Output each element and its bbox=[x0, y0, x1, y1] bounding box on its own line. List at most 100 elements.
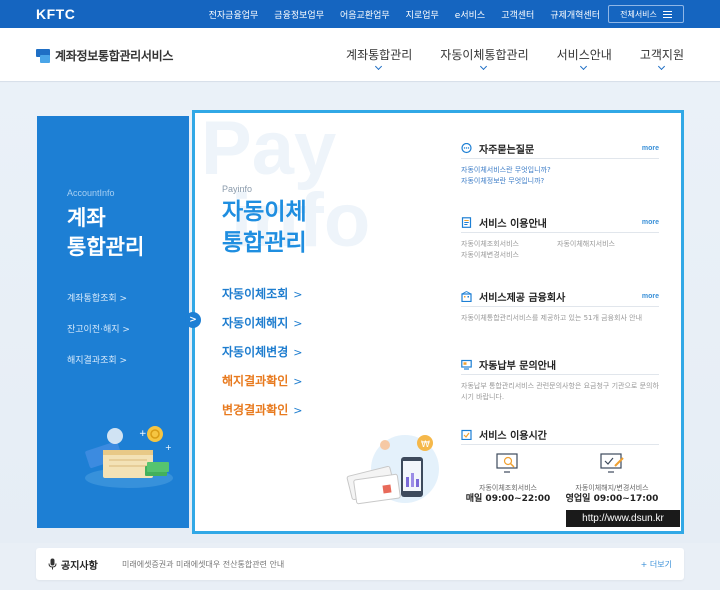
hours-lookup: 자동이체조회서비스 매일 09:00~22:00 bbox=[461, 453, 555, 505]
chevron-down-icon bbox=[480, 62, 488, 71]
top-nav-item[interactable]: 어음교환업무 bbox=[340, 8, 390, 21]
inquiry-text: 자동납부 통합관리서비스 관련문의사항은 요금청구 기관으로 문의하시기 바랍니… bbox=[461, 382, 659, 401]
chevron-right-icon: > bbox=[293, 346, 303, 359]
hours-change-label: 자동이체해지/변경서비스 bbox=[575, 484, 649, 492]
account-panel[interactable]: AccountInfo 계좌 통합관리 계좌통합조회 > 잔고이전·해지 > 해… bbox=[37, 116, 189, 528]
usage-item[interactable]: 자동이체조회서비스 bbox=[461, 239, 557, 250]
faq-list: 자동이체서비스란 무엇입니까? 자동이체정보란 무엇입니까? bbox=[461, 159, 659, 187]
account-menu-item[interactable]: 해지결과조회 > bbox=[67, 353, 130, 366]
main-nav-item[interactable]: 계좌통합관리 bbox=[346, 46, 413, 71]
top-nav-item[interactable]: e서비스 bbox=[455, 8, 485, 21]
chevron-right-icon: > bbox=[293, 288, 303, 301]
providers-more-link[interactable]: more bbox=[642, 293, 659, 300]
account-subtitle: AccountInfo bbox=[67, 188, 115, 198]
all-services-label: 전체서비스 bbox=[620, 9, 657, 19]
main-nav-label: 자동이체통합관리 bbox=[440, 48, 529, 62]
svg-text:+: + bbox=[165, 443, 172, 452]
account-menu-item[interactable]: 계좌통합조회 > bbox=[67, 291, 130, 304]
pay-watermark-line: Pay bbox=[201, 106, 337, 191]
main-nav-item[interactable]: 고객지원 bbox=[639, 46, 684, 71]
inquiry-body: 자동납부 통합관리서비스 관련문의사항은 요금청구 기관으로 문의하시기 바랍니… bbox=[461, 375, 659, 403]
usage-item[interactable]: 자동이체변경서비스 bbox=[461, 250, 557, 261]
top-nav-item[interactable]: 고객센터 bbox=[501, 8, 534, 21]
svg-text:₩: ₩ bbox=[421, 440, 430, 450]
top-nav-item[interactable]: 금융정보업무 bbox=[274, 8, 324, 21]
pay-menu-item[interactable]: 해지결과확인 > bbox=[222, 372, 302, 401]
faq-item[interactable]: 자동이체서비스란 무엇입니까? bbox=[461, 165, 659, 176]
menu-icon bbox=[662, 10, 672, 18]
chevron-down-icon bbox=[657, 62, 665, 71]
payment-illustration-icon: ₩ bbox=[346, 435, 439, 505]
hours-lookup-time: 매일 09:00~22:00 bbox=[465, 494, 551, 504]
pay-menu-label: 해지결과확인 bbox=[222, 374, 289, 388]
main-nav-item[interactable]: 자동이체통합관리 bbox=[440, 46, 529, 71]
kftc-logo[interactable]: KFTC bbox=[36, 6, 75, 22]
svg-text:+: + bbox=[139, 429, 147, 439]
top-bar: KFTC 전자금융업무 금융정보업무 어음교환업무 지로업무 e서비스 고객센터… bbox=[0, 0, 720, 28]
faq-title: 자주묻는질문 bbox=[479, 144, 535, 156]
usage-item[interactable]: 자동이체해지서비스 bbox=[557, 239, 653, 250]
main-nav-item[interactable]: 서비스안내 bbox=[556, 46, 612, 71]
main-nav-label: 서비스안내 bbox=[556, 48, 612, 62]
inquiry-title: 자동납부 문의안내 bbox=[479, 360, 557, 372]
pay-subtitle: Payinfo bbox=[222, 184, 253, 194]
inquiry-header: 자동납부 문의안내 bbox=[461, 357, 659, 375]
usage-section: 서비스 이용안내 more 자동이체조회서비스 자동이체해지서비스 자동이체변경… bbox=[461, 215, 659, 261]
chevron-right-icon[interactable]: > bbox=[185, 312, 201, 328]
site-header: 계좌정보통합관리서비스 계좌통합관리 자동이체통합관리 서비스안내 고객지원 bbox=[0, 28, 720, 82]
chevron-right-icon: > bbox=[293, 404, 303, 417]
usage-title: 서비스 이용안내 bbox=[479, 218, 547, 230]
pay-menu-item[interactable]: 자동이체조회 > bbox=[222, 285, 302, 314]
providers-body: 자동이체통합관리서비스를 제공하고 있는 51개 금융회사 안내 bbox=[461, 307, 659, 324]
logo-mark-icon bbox=[36, 48, 50, 63]
chevron-right-icon: > bbox=[293, 375, 303, 388]
providers-header: 서비스제공 금융회사 more bbox=[461, 289, 659, 307]
account-menu: 계좌통합조회 > 잔고이전·해지 > 해지결과조회 > bbox=[67, 291, 130, 384]
payinfo-panel: Pay info > Payinfo 자동이체 통합관리 자동이체조회 > 자동이… bbox=[185, 106, 684, 534]
account-title-line: 통합관리 bbox=[67, 235, 145, 259]
pay-menu-item[interactable]: 자동이체해지 > bbox=[222, 314, 302, 343]
notice-title: 공지사항 bbox=[61, 561, 98, 572]
faq-section: 자주묻는질문 more 자동이체서비스란 무엇입니까? 자동이체정보란 무엇입니… bbox=[461, 141, 659, 187]
bankbook-illustration-icon: + + bbox=[85, 426, 173, 488]
top-nav-item[interactable]: 규제개혁센터 bbox=[550, 8, 600, 21]
notice-item[interactable]: 미래에셋증권과 미래에셋대우 전산통합관련 안내 bbox=[122, 559, 284, 570]
building-icon bbox=[461, 290, 472, 302]
monitor-search-icon bbox=[496, 453, 518, 473]
hours-change-time: 영업일 09:00~17:00 bbox=[565, 494, 659, 504]
top-nav-item[interactable]: 전자금융업무 bbox=[209, 8, 259, 21]
usage-more-link[interactable]: more bbox=[642, 219, 659, 226]
site-logo[interactable]: 계좌정보통합관리서비스 bbox=[36, 47, 173, 64]
pay-menu-label: 자동이체변경 bbox=[222, 345, 289, 359]
speech-bubble-icon bbox=[461, 142, 472, 154]
site-watermark: http://www.dsun.kr bbox=[566, 510, 680, 527]
chevron-down-icon bbox=[375, 62, 383, 71]
usage-header: 서비스 이용안내 more bbox=[461, 215, 659, 233]
faq-item[interactable]: 자동이체정보란 무엇입니까? bbox=[461, 176, 659, 187]
providers-section: 서비스제공 금융회사 more 자동이체통합관리서비스를 제공하고 있는 51개… bbox=[461, 289, 659, 324]
notice-bar: 공지사항 미래에셋증권과 미래에셋대우 전산통합관련 안내 + 더보기 bbox=[36, 548, 684, 580]
document-icon bbox=[461, 216, 472, 228]
account-menu-item[interactable]: 잔고이전·해지 > bbox=[67, 322, 130, 335]
providers-text: 자동이체통합관리서비스를 제공하고 있는 51개 금융회사 안내 bbox=[461, 314, 643, 322]
hours-change: 자동이체해지/변경서비스 영업일 09:00~17:00 bbox=[565, 453, 659, 505]
pay-menu-label: 자동이체조회 bbox=[222, 287, 289, 301]
top-nav-item[interactable]: 지로업무 bbox=[406, 8, 439, 21]
hours-lookup-label: 자동이체조회서비스 bbox=[479, 484, 537, 492]
pay-menu-item[interactable]: 자동이체변경 > bbox=[222, 343, 302, 372]
calendar-check-icon bbox=[461, 429, 472, 440]
notice-more-link[interactable]: + 더보기 bbox=[641, 559, 672, 570]
main-nav: 계좌통합관리 자동이체통합관리 서비스안내 고객지원 bbox=[346, 46, 684, 71]
usage-list: 자동이체조회서비스 자동이체해지서비스 자동이체변경서비스 bbox=[461, 233, 659, 261]
pay-menu-item[interactable]: 변경결과확인 > bbox=[222, 401, 302, 430]
faq-more-link[interactable]: more bbox=[642, 145, 659, 152]
pay-title: 자동이체 통합관리 bbox=[222, 197, 307, 259]
top-nav: 전자금융업무 금융정보업무 어음교환업무 지로업무 e서비스 고객센터 규제개혁… bbox=[209, 0, 600, 28]
main-nav-label: 계좌통합관리 bbox=[346, 48, 413, 62]
hours-section: 서비스 이용시간 자동이체조회서비스 매일 09:00~22:00 자동이체해지… bbox=[461, 427, 659, 505]
pay-menu-label: 자동이체해지 bbox=[222, 316, 289, 330]
monitor-edit-icon bbox=[600, 453, 624, 473]
pay-title-line: 자동이체 bbox=[222, 199, 307, 225]
all-services-button[interactable]: 전체서비스 bbox=[608, 5, 684, 23]
main-nav-label: 고객지원 bbox=[639, 48, 684, 62]
